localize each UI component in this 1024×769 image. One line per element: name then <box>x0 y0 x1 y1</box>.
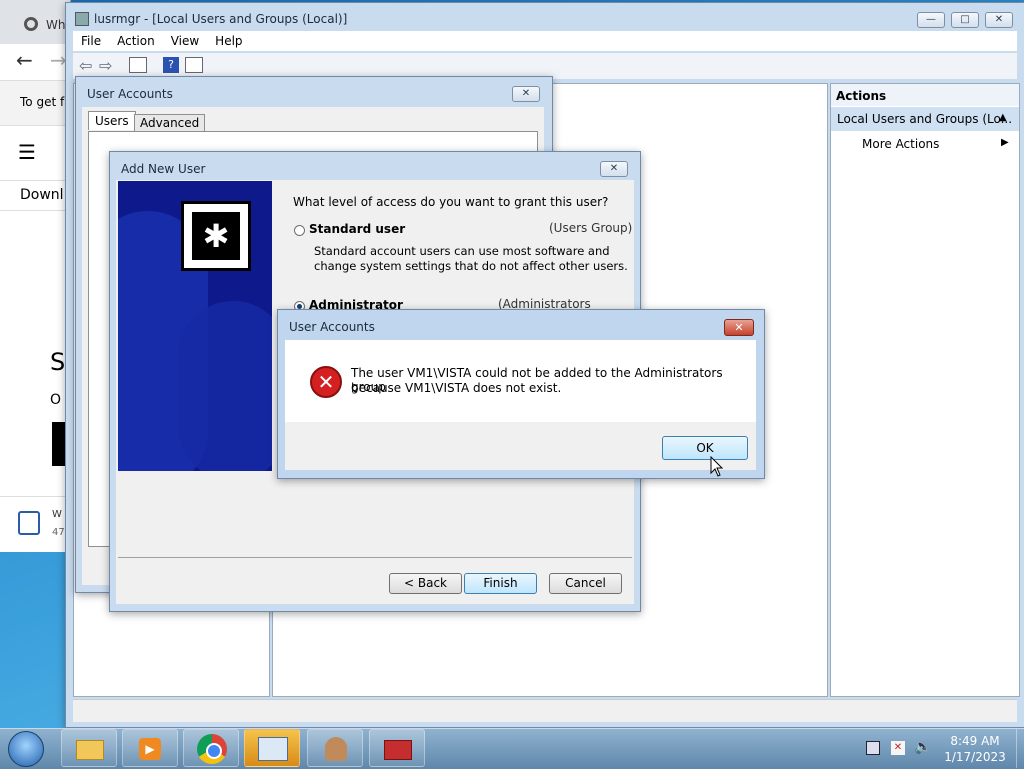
iso-file-icon <box>18 511 40 535</box>
tab-advanced[interactable]: Advanced <box>134 114 206 132</box>
show-action-pane-icon[interactable] <box>185 57 203 73</box>
folder-icon <box>76 740 104 760</box>
clock[interactable]: 8:49 AM 1/17/2023 <box>936 733 1014 765</box>
more-actions-item[interactable]: More Actions <box>862 137 939 151</box>
back-button[interactable]: < Back <box>389 573 462 594</box>
standard-user-radio[interactable] <box>294 225 305 236</box>
standard-user-group: (Users Group) <box>549 221 633 235</box>
taskbar-control-panel[interactable] <box>244 729 300 767</box>
mmc-app-icon <box>75 12 89 26</box>
hamburger-menu-icon[interactable]: ☰ <box>18 140 36 164</box>
collapse-arrow-icon[interactable]: ▲ <box>999 112 1007 123</box>
forward-icon[interactable]: ⇨ <box>99 56 112 75</box>
standard-user-desc-2: change system settings that do not affec… <box>314 259 628 273</box>
info-bar-text: To get f <box>20 95 65 109</box>
error-message-line-2: because VM1\VISTA does not exist. <box>351 381 562 395</box>
dialog-title: Add New User <box>121 162 206 176</box>
back-arrow-icon[interactable]: ← <box>16 48 33 72</box>
actions-header: Actions <box>831 84 1019 106</box>
volume-icon[interactable]: 🔈 <box>914 739 931 755</box>
browser-tab-title: Wh <box>46 18 66 32</box>
message-area: ✕ The user VM1\VISTA could not be added … <box>285 340 756 422</box>
action-center-flag-icon[interactable]: ✕ <box>891 741 905 755</box>
footer-item-subtitle: 47 <box>52 527 65 538</box>
maximize-button[interactable]: □ <box>951 12 979 28</box>
browser-tab[interactable]: Wh <box>0 0 70 44</box>
status-bar <box>73 699 1017 722</box>
toolbox-icon <box>384 740 412 760</box>
help-icon[interactable]: ? <box>163 57 179 73</box>
ok-button[interactable]: OK <box>662 436 748 460</box>
taskbar-media-player[interactable]: ▶ <box>122 729 178 767</box>
submenu-arrow-icon: ▶ <box>1001 137 1009 148</box>
finish-button[interactable]: Finish <box>464 573 537 594</box>
close-button[interactable]: ✕ <box>724 319 754 336</box>
dialog-title: User Accounts <box>289 320 375 334</box>
actions-header-label: Actions <box>836 89 887 103</box>
cancel-button[interactable]: Cancel <box>549 573 622 594</box>
start-button[interactable] <box>8 731 44 767</box>
clock-time: 8:49 AM <box>950 734 1000 748</box>
button-divider <box>118 557 632 558</box>
info-bar: To get f <box>0 80 70 126</box>
media-player-icon: ▶ <box>139 738 161 760</box>
network-icon[interactable] <box>866 741 880 755</box>
show-desktop-button[interactable] <box>1016 729 1024 768</box>
download-heading: Downl <box>20 187 64 203</box>
minimize-button[interactable]: — <box>917 12 945 28</box>
footer-item-title: W <box>52 509 62 520</box>
wizard-banner: ✱ <box>118 181 272 471</box>
taskbar-chrome[interactable] <box>183 729 239 767</box>
menu-help[interactable]: Help <box>207 31 250 51</box>
dialog-title: User Accounts <box>87 87 173 101</box>
divider <box>0 180 70 181</box>
clock-date: 1/17/2023 <box>944 750 1006 764</box>
taskbar-user-accounts[interactable] <box>307 729 363 767</box>
page-text-fragment: O <box>50 392 62 408</box>
tab-users[interactable]: Users <box>88 111 136 130</box>
menu-bar: File Action View Help <box>73 31 1017 51</box>
actions-section-label: Local Users and Groups (Lo... <box>837 112 1013 126</box>
taskbar-file-explorer[interactable] <box>61 729 117 767</box>
close-button[interactable]: ✕ <box>985 12 1013 28</box>
users-icon <box>325 737 347 761</box>
chrome-icon <box>24 17 38 31</box>
actions-section-selected[interactable]: Local Users and Groups (Lo... ▲ <box>831 107 1019 131</box>
close-button[interactable]: ✕ <box>512 86 540 102</box>
close-button[interactable]: ✕ <box>600 161 628 177</box>
error-dialog: User Accounts ✕ ✕ The user VM1\VISTA cou… <box>277 309 765 479</box>
window-title: lusrmgr - [Local Users and Groups (Local… <box>94 12 348 26</box>
standard-user-desc-1: Standard account users can use most soft… <box>314 244 610 258</box>
show-tree-icon[interactable] <box>129 57 147 73</box>
button-area: OK <box>285 422 756 470</box>
key-icon: ✱ <box>181 201 251 271</box>
browser-window: Wh ← → To get f ☰ Downl S O W 47 <box>0 0 71 552</box>
divider <box>0 210 70 211</box>
access-question: What level of access do you want to gran… <box>293 195 609 209</box>
back-icon[interactable]: ⇦ <box>79 56 92 75</box>
menu-action[interactable]: Action <box>109 31 163 51</box>
footer-item[interactable]: W 47 <box>0 496 70 553</box>
taskbar-toolbox[interactable] <box>369 729 425 767</box>
mouse-cursor-icon <box>710 456 724 477</box>
actions-pane: Actions Local Users and Groups (Lo... ▲ … <box>830 83 1020 697</box>
error-icon: ✕ <box>310 366 342 398</box>
standard-user-label[interactable]: Standard user <box>309 222 405 236</box>
menu-view[interactable]: View <box>163 31 207 51</box>
page-heading-fragment: S <box>50 348 66 376</box>
control-panel-icon <box>258 737 288 761</box>
menu-file[interactable]: File <box>73 31 109 51</box>
